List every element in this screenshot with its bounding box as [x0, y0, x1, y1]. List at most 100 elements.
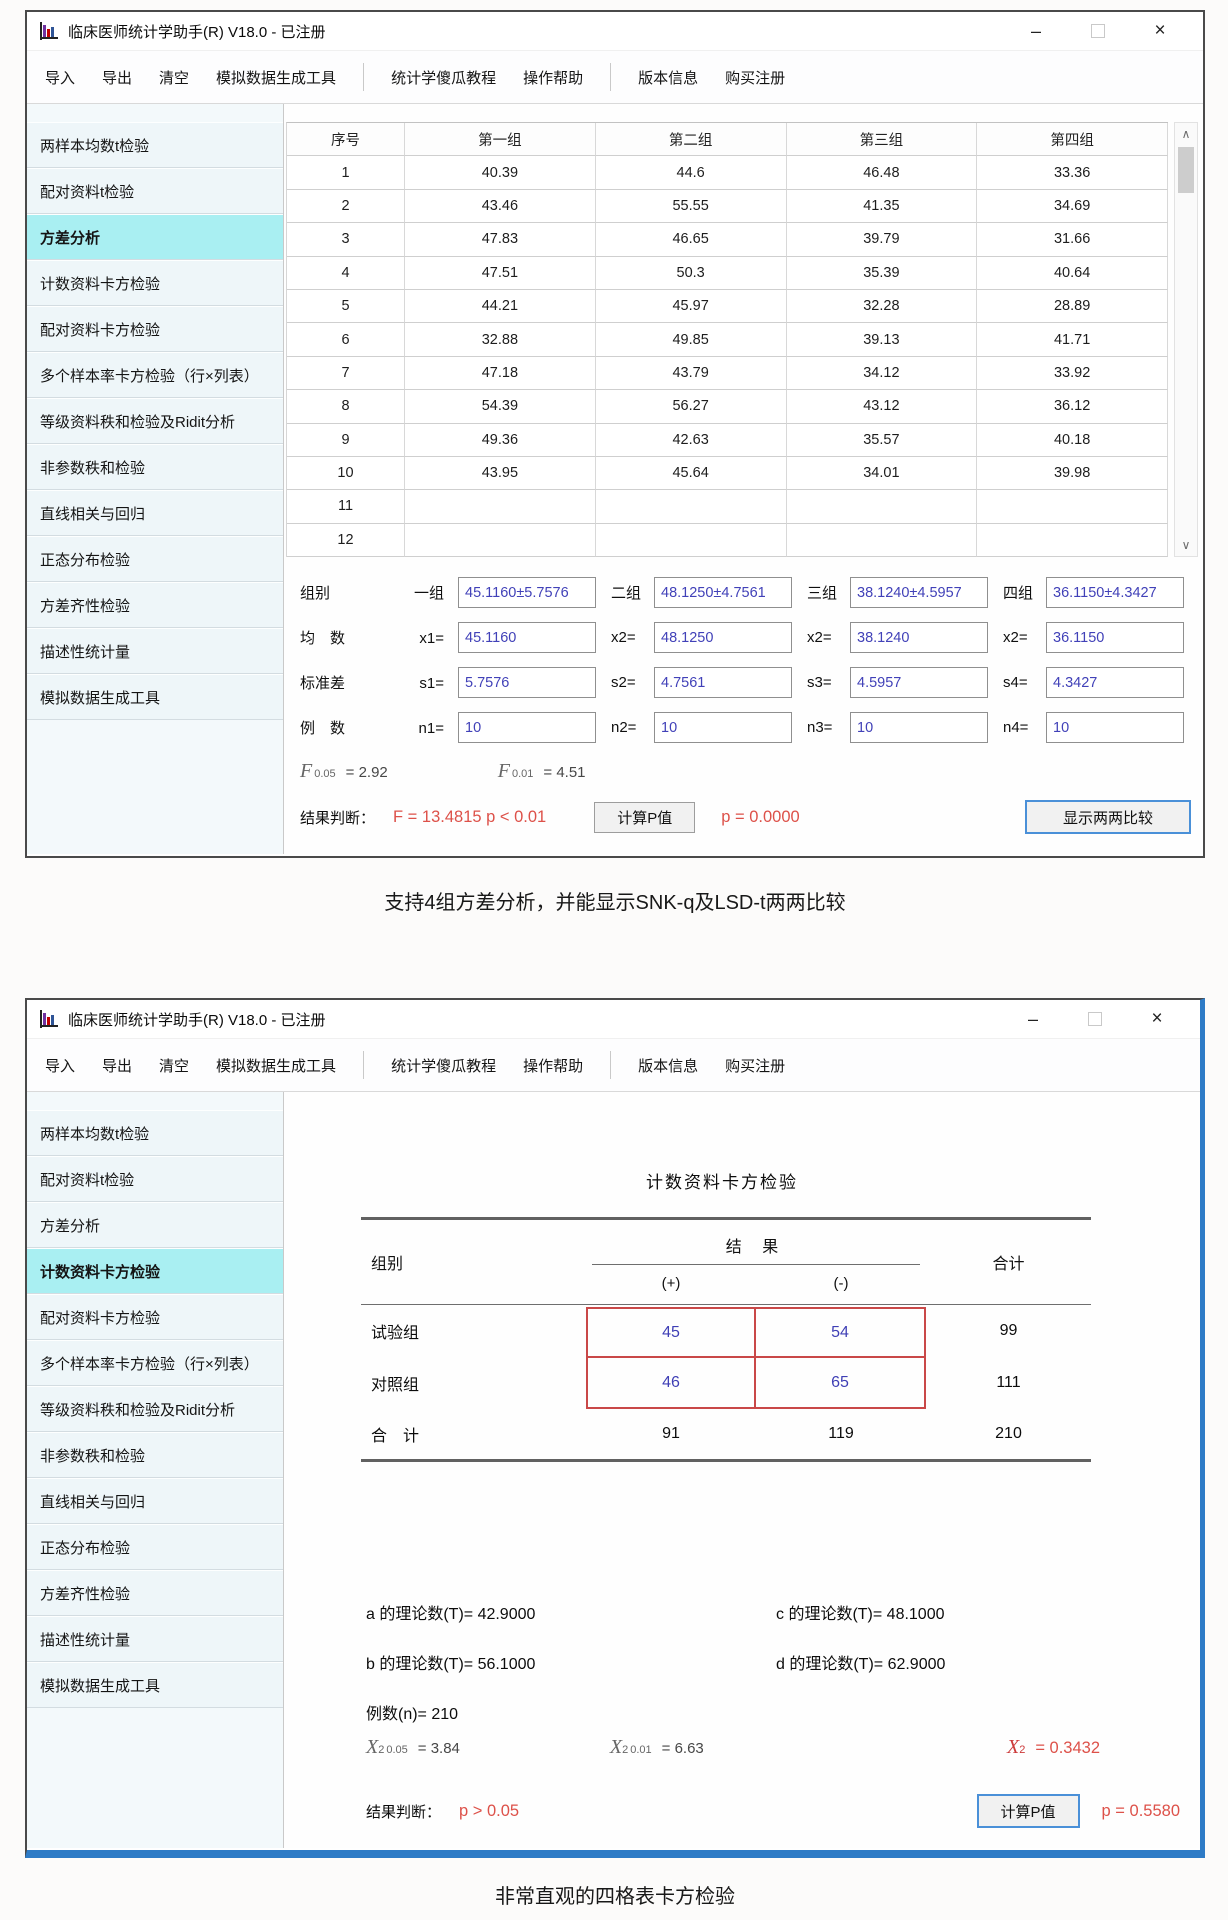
close-button[interactable]: ×	[1126, 1000, 1188, 1038]
grid-cell[interactable]: 40.18	[977, 423, 1168, 457]
menu-item-7[interactable]: 版本信息	[638, 1055, 698, 1076]
grid-cell[interactable]: 41.35	[786, 189, 978, 224]
field-input[interactable]: 10	[850, 712, 988, 743]
grid-cell[interactable]: 44.6	[595, 156, 787, 190]
field-input[interactable]: 4.5957	[850, 667, 988, 698]
grid-cell[interactable]: 45.64	[595, 456, 787, 491]
menu-item-3[interactable]: 清空	[159, 1055, 189, 1076]
grid-cell[interactable]: 43.79	[595, 356, 787, 391]
grid-cell[interactable]	[405, 490, 596, 524]
sidebar-item[interactable]: 非参数秩和检验	[27, 444, 283, 490]
field-input[interactable]: 45.1160±5.7576	[458, 577, 596, 608]
sidebar-item[interactable]: 等级资料秩和检验及Ridit分析	[27, 1386, 283, 1432]
grid-cell[interactable]: 39.13	[786, 323, 978, 357]
menu-item-6[interactable]: 操作帮助	[523, 1055, 583, 1076]
field-input[interactable]: 36.1150±4.3427	[1046, 577, 1184, 608]
grid-cell[interactable]: 10	[287, 456, 405, 491]
grid-cell[interactable]: 40.39	[405, 156, 596, 190]
menu-item-5[interactable]: 统计学傻瓜教程	[391, 67, 496, 88]
menu-item-6[interactable]: 操作帮助	[523, 67, 583, 88]
sidebar-item[interactable]: 等级资料秩和检验及Ridit分析	[27, 398, 283, 444]
grid-cell[interactable]: 36.12	[977, 390, 1168, 424]
grid-cell[interactable]: 4	[287, 256, 405, 290]
scrollbar-thumb[interactable]	[1178, 147, 1194, 193]
grid-cell[interactable]: 45.97	[595, 289, 787, 324]
menu-item-8[interactable]: 购买注册	[725, 1055, 785, 1076]
menu-item-7[interactable]: 版本信息	[638, 67, 698, 88]
grid-cell[interactable]: 46.65	[595, 223, 787, 257]
grid-cell[interactable]: 39.98	[977, 456, 1168, 491]
field-input[interactable]: 48.1250	[654, 622, 792, 653]
pairwise-compare-button[interactable]: 显示两两比较	[1024, 800, 1191, 834]
grid-cell[interactable]	[977, 490, 1168, 524]
grid-cell[interactable]: 1	[287, 156, 405, 190]
grid-cell[interactable]: 39.79	[786, 223, 978, 257]
sidebar-item[interactable]: 模拟数据生成工具	[27, 674, 283, 720]
scroll-down-icon[interactable]: ∨	[1175, 535, 1197, 555]
field-input[interactable]: 38.1240±4.5957	[850, 577, 988, 608]
calc-p-button[interactable]: 计算P值	[976, 1794, 1080, 1828]
sidebar-item[interactable]: 多个样本率卡方检验（行×列表）	[27, 352, 283, 398]
sidebar-item[interactable]: 两样本均数t检验	[27, 1110, 283, 1156]
menu-item-3[interactable]: 清空	[159, 67, 189, 88]
grid-cell[interactable]: 34.01	[786, 456, 978, 491]
grid-cell[interactable]	[595, 490, 787, 524]
grid-cell[interactable]: 35.39	[786, 256, 978, 290]
minimize-button[interactable]: –	[1005, 12, 1067, 50]
grid-cell[interactable]: 33.92	[977, 356, 1168, 391]
sidebar-item[interactable]: 非参数秩和检验	[27, 1432, 283, 1478]
menu-item-5[interactable]: 统计学傻瓜教程	[391, 1055, 496, 1076]
menu-item-1[interactable]: 导入	[45, 1055, 75, 1076]
grid-cell[interactable]: 42.63	[595, 423, 787, 457]
sidebar-item[interactable]: 描述性统计量	[27, 628, 283, 674]
sidebar-item[interactable]: 方差分析	[27, 1202, 283, 1248]
grid-cell[interactable]: 49.36	[405, 423, 596, 457]
grid-cell[interactable]: 41.71	[977, 323, 1168, 357]
sidebar-item[interactable]: 配对资料卡方检验	[27, 306, 283, 352]
grid-cell[interactable]: 12	[287, 523, 405, 558]
calc-p-button[interactable]: 计算P值	[594, 801, 696, 833]
sidebar-item[interactable]: 模拟数据生成工具	[27, 1662, 283, 1708]
sidebar-item[interactable]: 计数资料卡方检验	[27, 1248, 283, 1294]
sidebar-item[interactable]: 正态分布检验	[27, 536, 283, 582]
grid-cell[interactable]: 44.21	[405, 289, 596, 324]
grid-cell[interactable]: 32.88	[405, 323, 596, 357]
sidebar-item[interactable]: 配对资料卡方检验	[27, 1294, 283, 1340]
sidebar-item[interactable]: 方差分析	[27, 214, 283, 260]
field-input[interactable]: 48.1250±4.7561	[654, 577, 792, 608]
menu-item-1[interactable]: 导入	[45, 67, 75, 88]
grid-cell[interactable]: 43.46	[405, 189, 596, 224]
grid-cell[interactable]: 55.55	[595, 189, 787, 224]
grid-cell[interactable]: 34.69	[977, 189, 1168, 224]
sidebar-item[interactable]: 配对资料t检验	[27, 168, 283, 214]
grid-cell[interactable]: 40.64	[977, 256, 1168, 290]
grid-cell[interactable]: 2	[287, 189, 405, 224]
grid-cell[interactable]: 28.89	[977, 289, 1168, 324]
maximize-button[interactable]	[1067, 24, 1129, 38]
grid-cell[interactable]	[786, 523, 978, 558]
grid-cell[interactable]: 49.85	[595, 323, 787, 357]
grid-cell[interactable]: 9	[287, 423, 405, 457]
sidebar-item[interactable]: 方差齐性检验	[27, 582, 283, 628]
sidebar-item[interactable]: 直线相关与回归	[27, 1478, 283, 1524]
sidebar-item[interactable]: 多个样本率卡方检验（行×列表）	[27, 1340, 283, 1386]
grid-cell[interactable]: 47.83	[405, 223, 596, 257]
grid-cell[interactable]: 56.27	[595, 390, 787, 424]
field-input[interactable]: 36.1150	[1046, 622, 1184, 653]
grid-cell[interactable]: 32.28	[786, 289, 978, 324]
sidebar-item[interactable]: 计数资料卡方检验	[27, 260, 283, 306]
grid-cell[interactable]: 35.57	[786, 423, 978, 457]
vertical-scrollbar[interactable]: ∧ ∨	[1174, 122, 1198, 557]
sidebar-item[interactable]: 描述性统计量	[27, 1616, 283, 1662]
sidebar-item[interactable]: 正态分布检验	[27, 1524, 283, 1570]
menu-item-8[interactable]: 购买注册	[725, 67, 785, 88]
sidebar-item[interactable]: 两样本均数t检验	[27, 122, 283, 168]
minimize-button[interactable]: –	[1002, 1000, 1064, 1038]
grid-cell[interactable]	[595, 523, 787, 558]
grid-cell[interactable]: 5	[287, 289, 405, 324]
field-input[interactable]: 45.1160	[458, 622, 596, 653]
grid-cell[interactable]: 54.39	[405, 390, 596, 424]
grid-cell[interactable]: 6	[287, 323, 405, 357]
menu-item-2[interactable]: 导出	[102, 67, 132, 88]
field-input[interactable]: 10	[654, 712, 792, 743]
